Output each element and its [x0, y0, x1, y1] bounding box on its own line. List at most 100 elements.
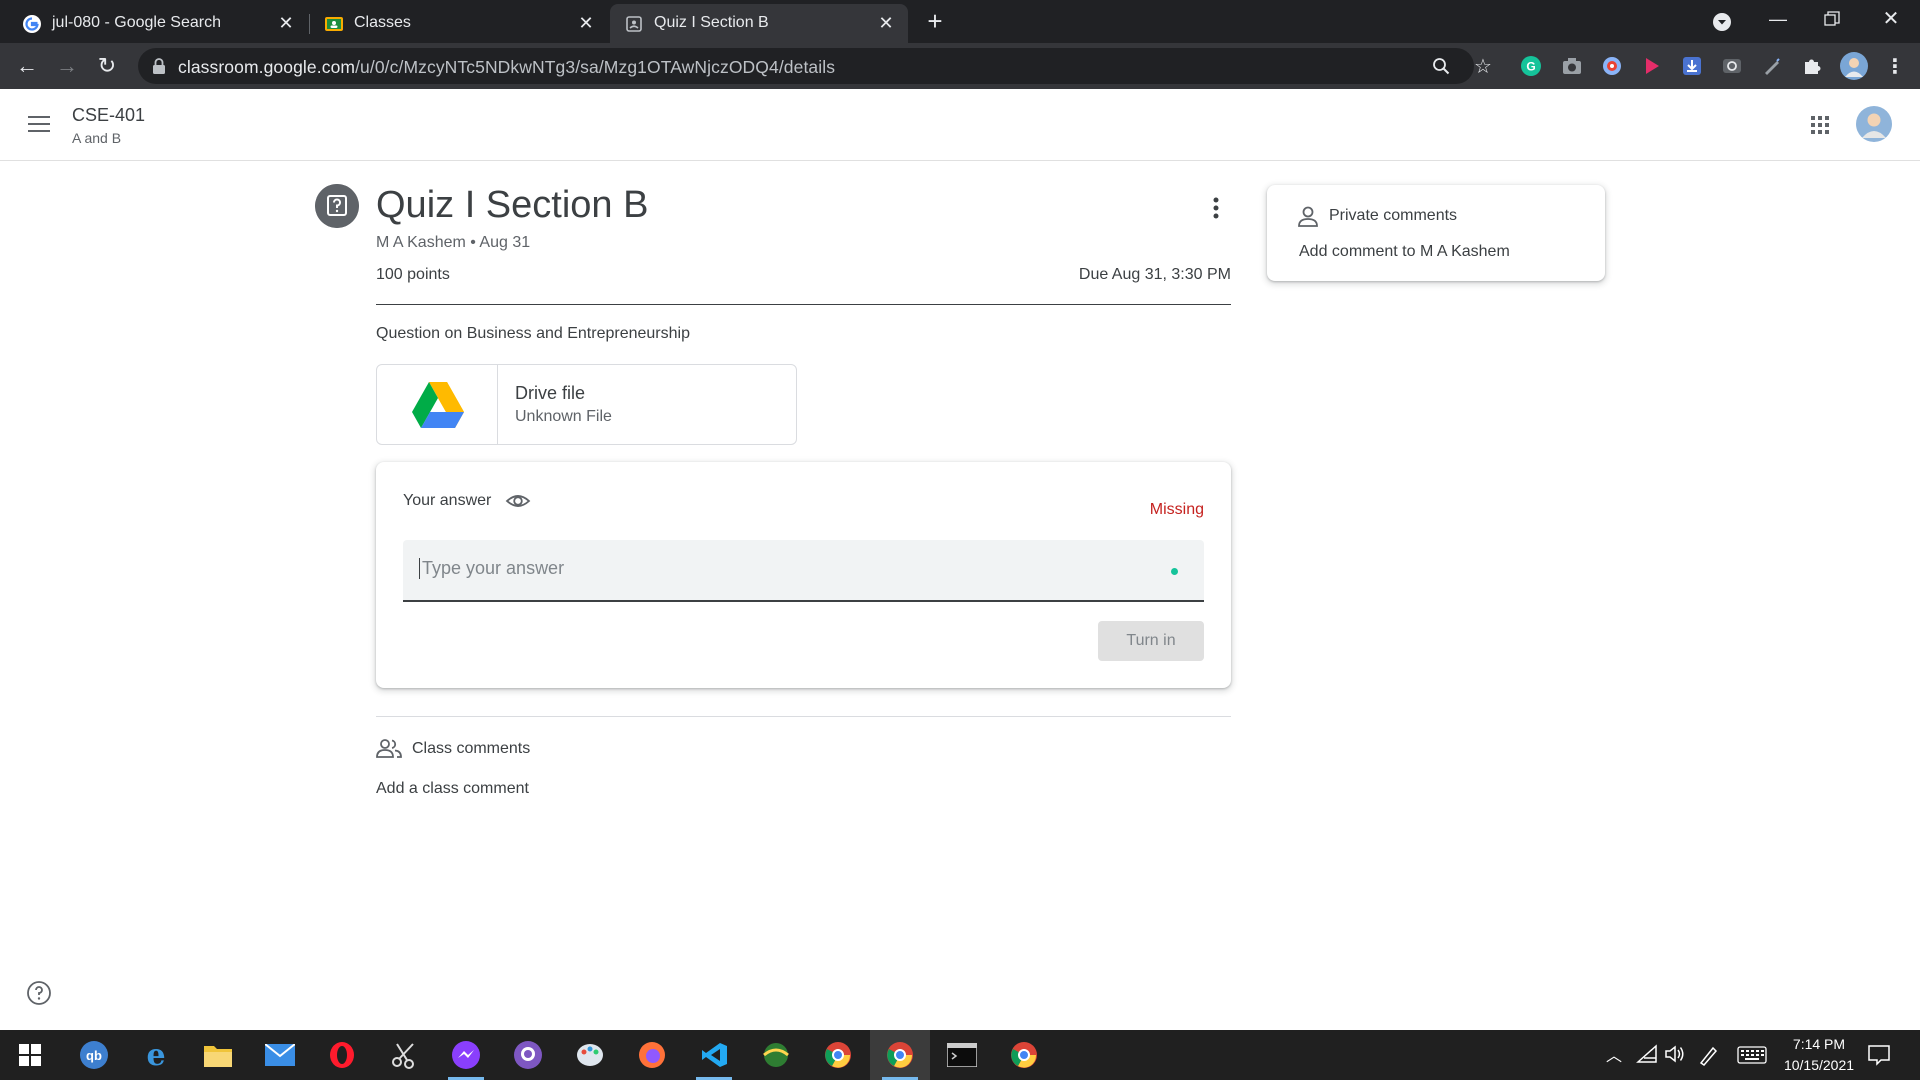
taskbar-chrome-3[interactable]: [994, 1030, 1054, 1080]
new-tab-button[interactable]: +: [920, 6, 950, 36]
person-icon: [1298, 206, 1318, 227]
tray-overflow-chevron-icon[interactable]: ︿: [1604, 1042, 1624, 1066]
tab-search-icon[interactable]: [1711, 11, 1733, 33]
classroom-icon: [325, 17, 343, 31]
opera-icon: [330, 1042, 354, 1068]
globe-icon: [763, 1043, 789, 1067]
hamburger-menu-icon[interactable]: [28, 115, 50, 133]
screen-extension-icon[interactable]: [1722, 56, 1742, 76]
download-extension-icon[interactable]: [1682, 56, 1702, 76]
chrome-icon: [1011, 1042, 1037, 1068]
turn-in-button[interactable]: Turn in: [1098, 621, 1204, 661]
taskbar-chrome-2[interactable]: [870, 1030, 930, 1080]
taskbar-firefox[interactable]: [622, 1030, 682, 1080]
url-text: classroom.google.com/u/0/c/MzcyNTc5NDkwN…: [178, 57, 835, 78]
taskbar-clock-time[interactable]: 7:14 PM: [1784, 1036, 1854, 1052]
keyboard-icon[interactable]: [1737, 1046, 1767, 1064]
assignment-points: 100 points: [376, 266, 450, 283]
notifications-icon[interactable]: [1867, 1043, 1891, 1067]
taskbar-snipping-tool[interactable]: [374, 1030, 434, 1080]
section-divider: [376, 716, 1231, 717]
reload-icon[interactable]: ↻: [92, 51, 122, 81]
pen-extension-icon[interactable]: [1762, 56, 1782, 76]
bookmark-star-icon[interactable]: ☆: [1468, 51, 1498, 81]
close-icon[interactable]: ✕: [876, 13, 896, 33]
taskbar-mail[interactable]: [250, 1030, 310, 1080]
taskbar-github-desktop[interactable]: [498, 1030, 558, 1080]
svg-text:qb: qb: [86, 1048, 102, 1063]
taskbar-edge[interactable]: e: [126, 1030, 186, 1080]
taskbar-chrome-1[interactable]: [808, 1030, 868, 1080]
browser-tab-classes[interactable]: Classes ✕: [310, 4, 608, 43]
zoom-icon[interactable]: [1432, 57, 1450, 75]
more-options-icon[interactable]: [1202, 194, 1230, 222]
browser-menu-icon[interactable]: ⋮: [1880, 51, 1910, 81]
terminal-icon: [947, 1043, 977, 1067]
tab-title: jul-080 - Google Search: [52, 14, 221, 31]
minimize-icon[interactable]: —: [1768, 4, 1788, 34]
browser-tab-quiz[interactable]: Quiz I Section B ✕: [610, 4, 908, 43]
windows-logo-icon: [19, 1044, 41, 1066]
taskbar-qbittorrent[interactable]: qb: [64, 1030, 124, 1080]
close-icon[interactable]: ✕: [276, 13, 296, 33]
taskbar-file-explorer[interactable]: [188, 1030, 248, 1080]
assignment-meta: M A Kashem • Aug 31: [376, 234, 531, 251]
github-icon: [514, 1041, 542, 1069]
assignment-description: Question on Business and Entrepreneurshi…: [376, 325, 690, 342]
taskbar-messenger[interactable]: [436, 1030, 496, 1080]
header-divider: [376, 304, 1231, 305]
taskbar-clock-date[interactable]: 10/15/2021: [1774, 1057, 1864, 1073]
chrome-icon: [825, 1042, 851, 1068]
google-apps-grid-icon[interactable]: [1810, 115, 1830, 135]
answer-field[interactable]: [403, 540, 1204, 602]
shield-extension-icon[interactable]: [1602, 56, 1622, 76]
your-answer-label: Your answer: [403, 492, 492, 509]
svg-text:e: e: [146, 1041, 165, 1069]
pen-workspace-icon[interactable]: [1698, 1044, 1720, 1066]
taskbar-vscode[interactable]: [684, 1030, 744, 1080]
windows-start-button[interactable]: [0, 1030, 60, 1080]
add-class-comment-link[interactable]: Add a class comment: [376, 780, 529, 798]
grammarly-extension-icon[interactable]: G: [1521, 56, 1541, 76]
restore-icon[interactable]: [1824, 11, 1840, 27]
eye-visibility-icon[interactable]: [505, 488, 531, 514]
puzzle-extensions-icon[interactable]: [1802, 56, 1822, 76]
taskbar-paint[interactable]: [560, 1030, 620, 1080]
taskbar-earth-app[interactable]: [746, 1030, 806, 1080]
volume-icon[interactable]: [1664, 1044, 1686, 1064]
network-icon[interactable]: [1636, 1044, 1658, 1064]
answer-input[interactable]: [419, 558, 1159, 579]
grammarly-indicator-icon[interactable]: [1171, 568, 1178, 575]
scissors-icon: [392, 1043, 414, 1069]
classroom-header: CSE-401 A and B: [0, 89, 1920, 161]
people-icon: [376, 739, 402, 758]
close-icon[interactable]: ✕: [576, 13, 596, 33]
status-badge: Missing: [1149, 501, 1204, 518]
help-icon[interactable]: [26, 980, 52, 1006]
taskbar-terminal[interactable]: [932, 1030, 992, 1080]
taskbar-opera[interactable]: [312, 1030, 372, 1080]
profile-avatar-icon[interactable]: [1840, 52, 1868, 80]
back-arrow-icon[interactable]: ←: [12, 51, 42, 81]
firefox-icon: [639, 1042, 665, 1068]
camera-extension-icon[interactable]: [1562, 56, 1582, 76]
account-avatar[interactable]: [1856, 106, 1892, 142]
private-comments-label: Private comments: [1329, 207, 1458, 224]
add-private-comment-link[interactable]: Add comment to M A Kashem: [1299, 243, 1510, 261]
browser-tab-bar: jul-080 - Google Search ✕ Classes ✕ Quiz…: [0, 0, 1920, 43]
tab-title: Quiz I Section B: [654, 14, 769, 31]
attachment-title: Drive file: [515, 383, 586, 403]
browser-tab-google-search[interactable]: jul-080 - Google Search ✕: [8, 4, 308, 43]
window-close-icon[interactable]: ✕: [1880, 4, 1902, 34]
play-extension-icon[interactable]: [1642, 56, 1662, 76]
edge-icon: e: [146, 1041, 165, 1069]
drive-attachment-card[interactable]: Drive file Unknown File: [376, 364, 797, 445]
assignment-question-icon: [315, 184, 359, 228]
private-comments-card: Private comments Add comment to M A Kash…: [1267, 185, 1605, 281]
address-bar[interactable]: classroom.google.com/u/0/c/MzcyNTc5NDkwN…: [138, 48, 1474, 84]
class-name[interactable]: CSE-401: [72, 105, 145, 126]
url-path: /u/0/c/MzcyNTc5NDkwNTg3/sa/Mzg1OTAwNjczO…: [355, 57, 836, 77]
forward-arrow-icon[interactable]: →: [52, 51, 82, 81]
tab-title: Classes: [354, 14, 411, 31]
assignment-due-date: Due Aug 31, 3:30 PM: [1078, 266, 1231, 283]
